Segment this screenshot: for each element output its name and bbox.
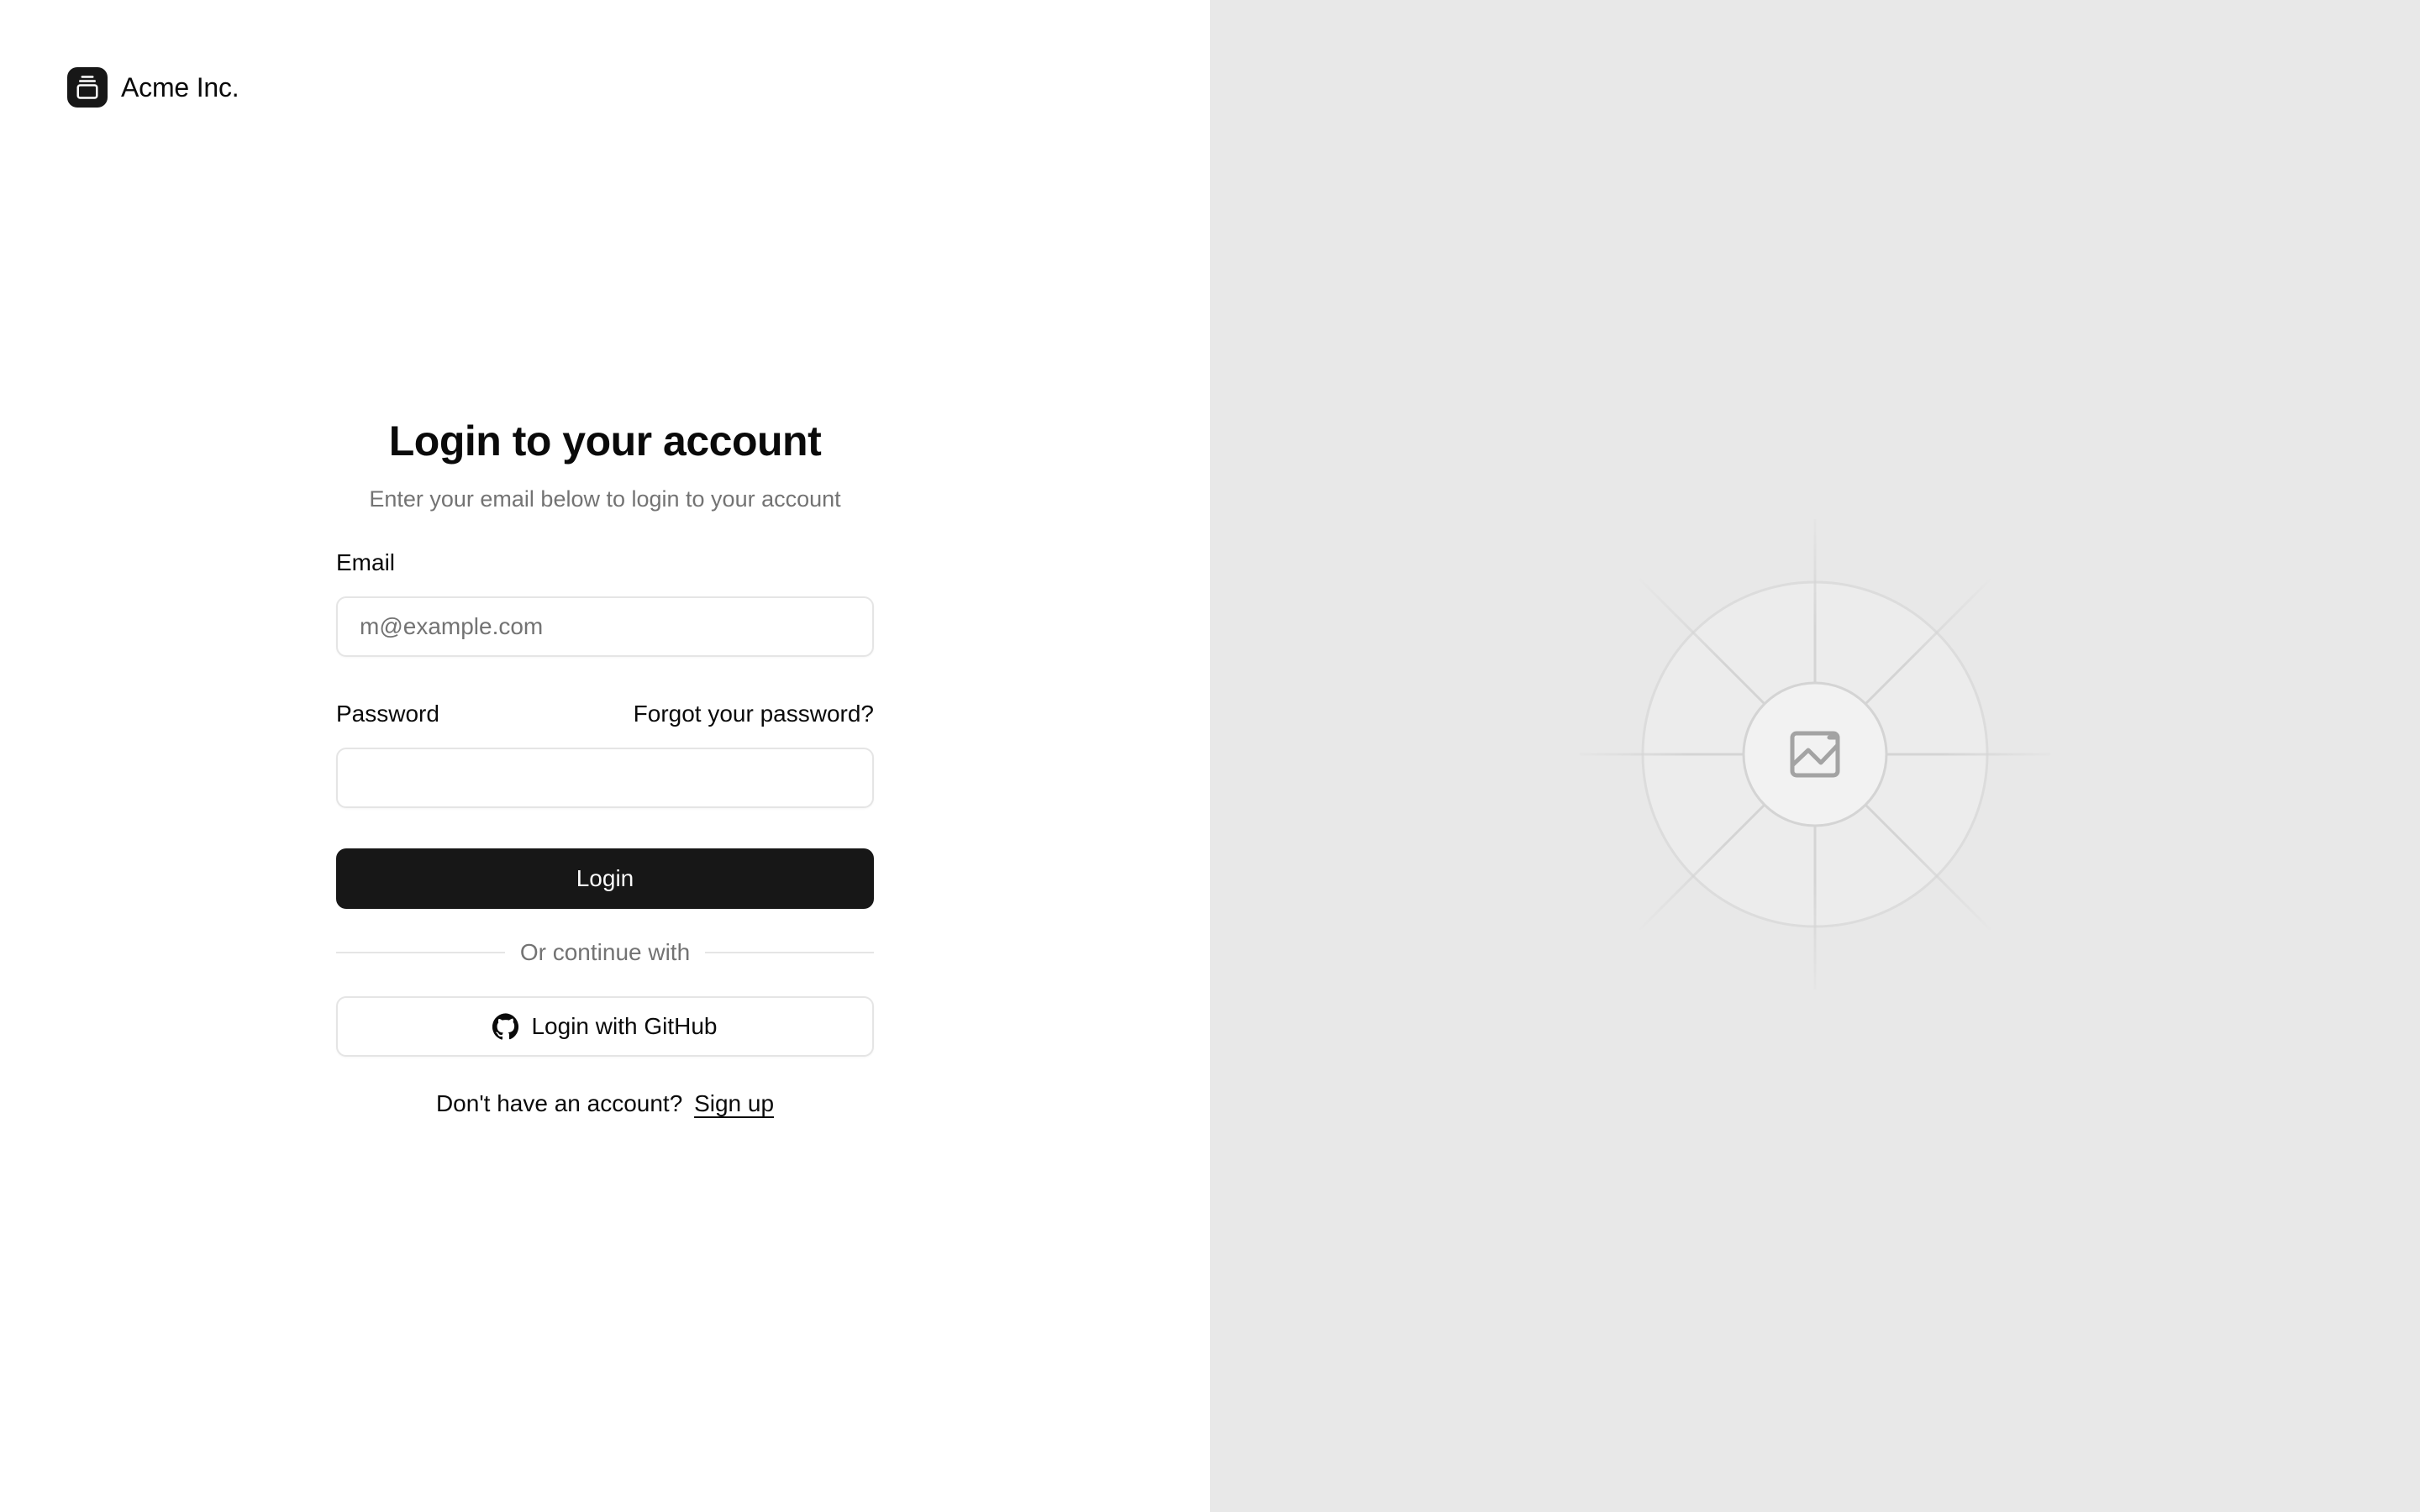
divider-line-right [705, 952, 875, 953]
page-title: Login to your account [388, 417, 822, 465]
divider-line-left [336, 952, 505, 953]
image-placeholder-panel [1210, 0, 2420, 1512]
login-button[interactable]: Login [336, 848, 874, 909]
email-field[interactable] [336, 596, 874, 657]
page-subtitle: Enter your email below to login to your … [369, 486, 841, 512]
password-field[interactable] [336, 748, 874, 808]
divider-text: Or continue with [519, 939, 691, 965]
signup-prompt: Don't have an account? [435, 1090, 683, 1116]
password-label: Password [336, 701, 439, 727]
gallery-vertical-end-icon [67, 67, 108, 108]
login-panel: Acme Inc. Login to your account Enter yo… [0, 0, 1210, 1512]
github-icon [492, 1013, 519, 1040]
divider: Or continue with [336, 936, 875, 969]
login-form: Login to your account Enter your email b… [336, 412, 875, 1119]
email-label: Email [336, 549, 396, 575]
placeholder-graphic [1578, 517, 2052, 991]
signup-link[interactable]: Sign up [694, 1090, 774, 1116]
login-page: Acme Inc. Login to your account Enter yo… [0, 0, 2420, 1512]
brand-name: Acme Inc. [121, 71, 239, 102]
password-label-row: Password Forgot your password? [336, 699, 874, 729]
forgot-password-link[interactable]: Forgot your password? [634, 699, 874, 729]
signup-row: Don't have an account? Sign up [336, 1089, 874, 1119]
email-label-row: Email [336, 548, 874, 578]
github-login-button[interactable]: Login with GitHub [336, 996, 874, 1057]
github-button-label: Login with GitHub [531, 1013, 718, 1039]
brand-link[interactable]: Acme Inc. [67, 67, 239, 108]
